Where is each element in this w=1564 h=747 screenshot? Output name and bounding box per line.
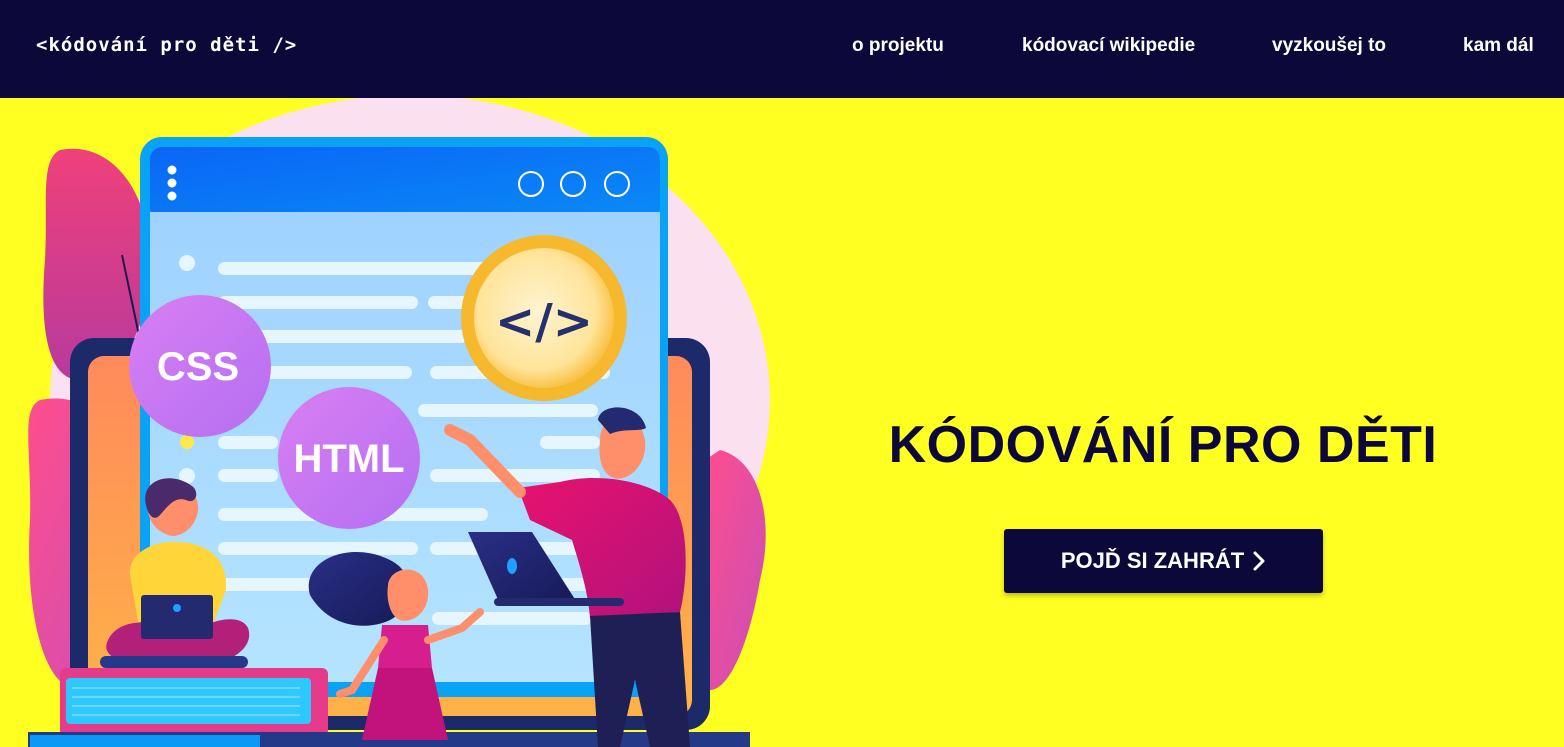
top-navbar: <kódování pro děti /> o projektu kódovac… <box>0 0 1564 98</box>
code-badge-text: </> <box>495 294 593 350</box>
nav-link-kam-dal[interactable]: kam dál <box>1463 35 1534 57</box>
nav-link-kodovaci-wikipedie[interactable]: kódovací wikipedie <box>1022 35 1195 57</box>
main-navigation: o projektu kódovací wikipedie vyzkoušej … <box>0 35 1564 59</box>
hero-illustration: CSS HTML </> <box>28 98 770 747</box>
play-cta-button[interactable]: POJĎ SI ZAHRÁT <box>1004 529 1323 593</box>
nav-link-vyzkousej-to[interactable]: vyzkoušej to <box>1272 35 1386 57</box>
html-badge-text: HTML <box>293 437 404 481</box>
chevron-right-icon <box>1253 551 1265 571</box>
css-badge-text: CSS <box>157 345 239 389</box>
hero-title: KÓDOVÁNÍ PRO DĚTI <box>888 416 1438 474</box>
cta-label: POJĎ SI ZAHRÁT <box>1060 548 1245 573</box>
nav-link-o-projektu[interactable]: o projektu <box>852 35 944 57</box>
